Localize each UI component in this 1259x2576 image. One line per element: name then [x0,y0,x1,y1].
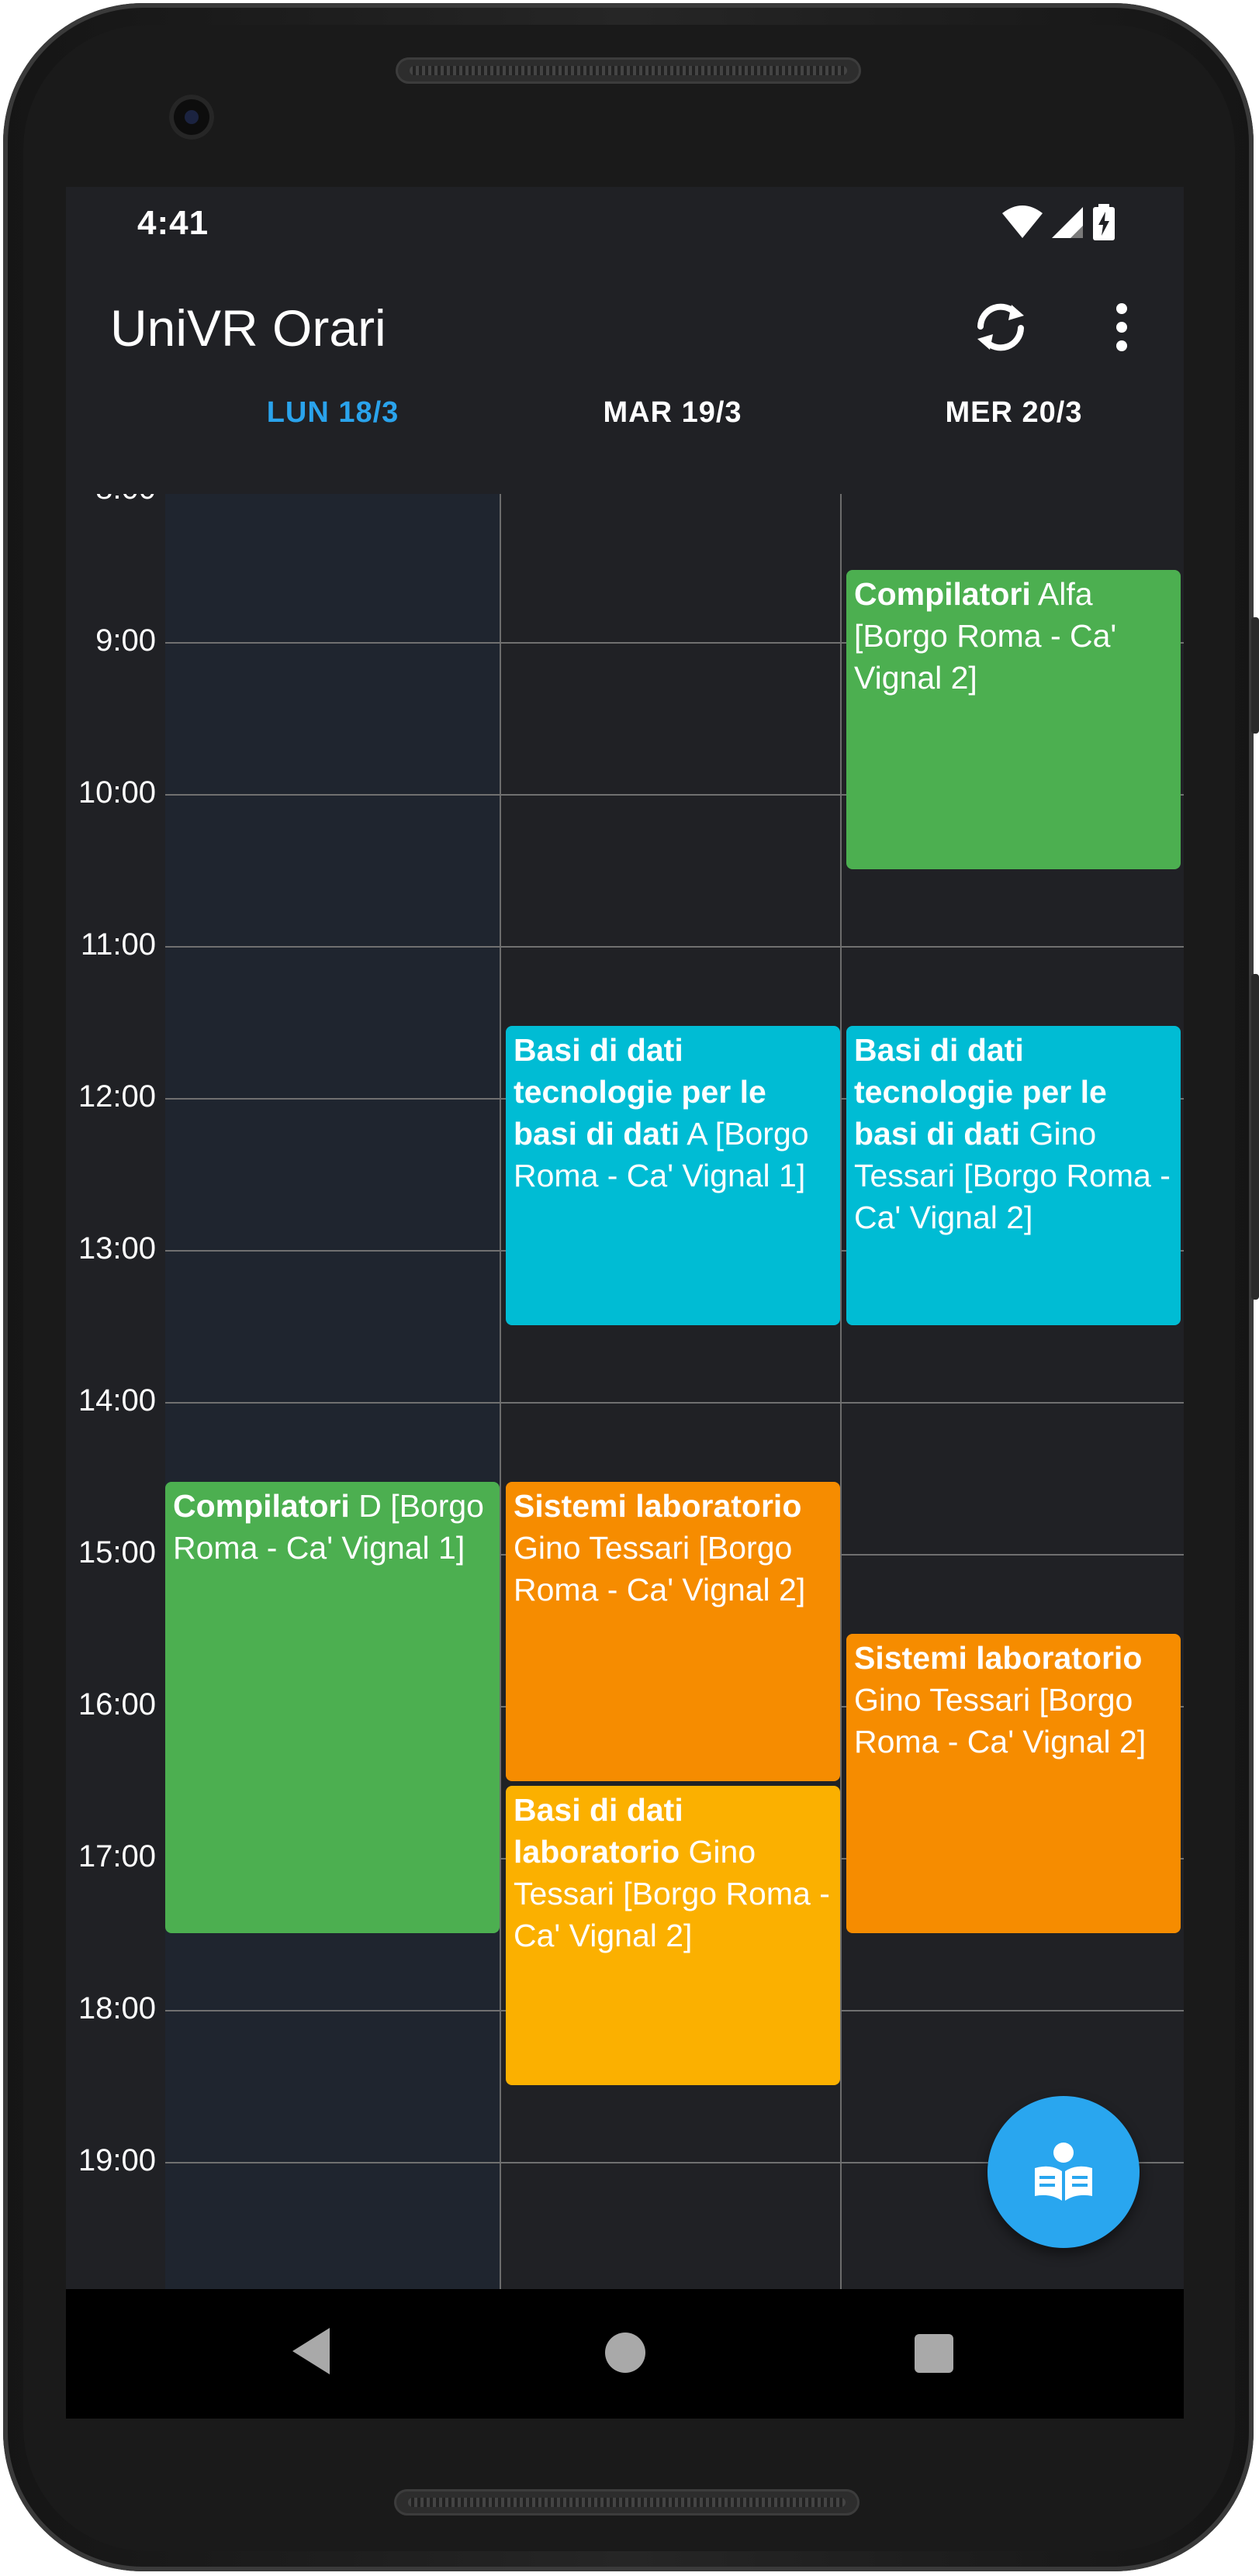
lesson-event[interactable]: Sistemi laboratorio Gino Tessari [Borgo … [506,1482,840,1781]
earpiece-speaker [396,57,861,84]
day-header-tue[interactable]: MAR 19/3 [502,396,843,435]
refresh-icon [977,303,1024,351]
bottom-speaker [394,2489,860,2516]
status-time: 4:41 [137,204,209,242]
refresh-button[interactable] [966,292,1036,362]
status-icons [1002,204,1115,241]
hour-label: 15:00 [78,1535,156,1569]
signal-icon [1052,207,1083,238]
lesson-course-name: Sistemi laboratorio [854,1640,1143,1676]
lesson-event[interactable]: Sistemi laboratorio Gino Tessari [Borgo … [846,1634,1181,1933]
front-camera [169,95,214,140]
study-fab-button[interactable] [987,2096,1140,2248]
recents-icon[interactable] [915,2334,953,2373]
lesson-course-name: Compilatori [854,576,1031,612]
hour-label: 18:00 [78,1991,156,2025]
more-vert-icon [1116,303,1127,351]
lesson-event[interactable]: Basi di dati tecnologie per le basi di d… [506,1026,840,1325]
hour-line [165,1402,1184,1404]
battery-charging-icon [1093,204,1115,240]
column-divider [500,494,501,2289]
day-header-mon[interactable]: LUN 18/3 [162,396,503,435]
hour-label: 17:00 [78,1839,156,1873]
app-title: UniVR Orari [110,299,386,357]
hour-label: 11:00 [80,927,156,962]
reading-person-icon [1035,2143,1092,2201]
lesson-details: Gino Tessari [Borgo Roma - Ca' Vignal 2] [514,1530,806,1607]
hour-label: 13:00 [78,1231,156,1266]
wifi-icon [1002,205,1043,238]
day-header-wed[interactable]: MER 20/3 [843,396,1184,435]
lesson-event[interactable]: Basi di dati laboratorio Gino Tessari [B… [506,1786,840,2085]
volume-button [1251,974,1259,1300]
hour-label: 19:00 [78,2143,156,2177]
home-icon[interactable] [605,2333,645,2373]
hour-line [165,946,1184,948]
app-bar: UniVR Orari [66,268,1184,384]
lesson-course-name: Sistemi laboratorio [514,1488,802,1524]
lesson-event[interactable]: Basi di dati tecnologie per le basi di d… [846,1026,1181,1325]
hour-label: 16:00 [78,1687,156,1721]
hour-label: 10:00 [78,775,156,810]
column-divider [840,494,842,2289]
hour-label: 8:00 [66,494,156,506]
schedule-grid[interactable]: 8:00 9:00 10:00 11:00 12:00 13:00 14:00 15:00 16… [66,494,1184,2289]
lesson-event[interactable]: Compilatori Alfa [Borgo Roma - Ca' Vigna… [846,570,1181,869]
lesson-event[interactable]: Compilatori D [Borgo Roma - Ca' Vignal 1… [165,1482,500,1933]
hour-label: 14:00 [78,1383,156,1417]
power-button [1251,617,1259,734]
screen: 4:41 UniVR Orari LUN 18/3 MAR 19/3 MER 2… [66,187,1184,2419]
status-bar: 4:41 [66,187,1184,268]
back-icon[interactable] [291,2326,331,2376]
more-options-button[interactable] [1087,292,1157,362]
lesson-course-name: Basi di dati laboratorio [514,1792,683,1870]
today-column-highlight [165,494,500,2289]
lesson-course-name: Compilatori [173,1488,350,1524]
navigation-bar [66,2289,1184,2419]
hour-label: 9:00 [95,623,156,658]
hour-label: 12:00 [78,1079,156,1114]
lesson-details: Gino Tessari [Borgo Roma - Ca' Vignal 2] [854,1682,1147,1759]
